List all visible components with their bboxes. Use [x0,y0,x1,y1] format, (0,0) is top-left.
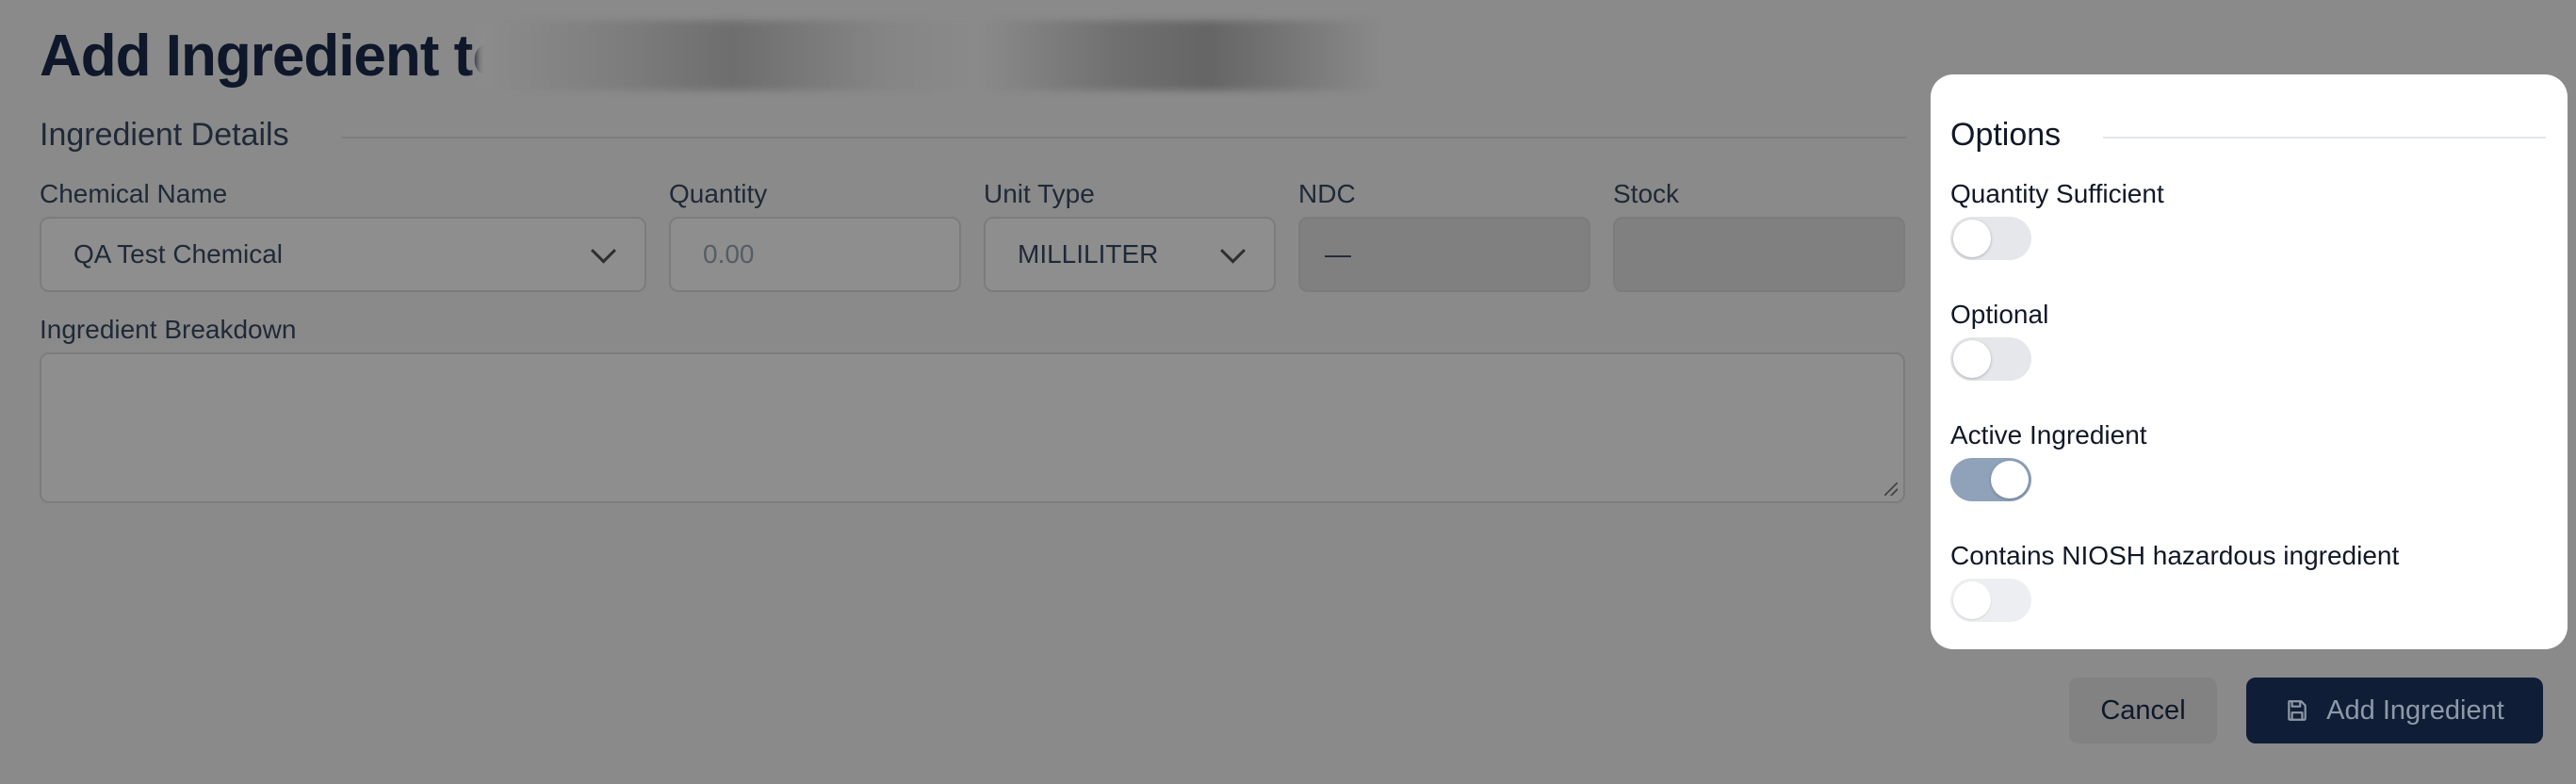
toggle-knob [1991,461,2029,498]
add-ingredient-button-label: Add Ingredient [2326,694,2504,726]
niosh-hazardous-label: Contains NIOSH hazardous ingredient [1950,541,2400,570]
unit-type-select[interactable]: MILLILITER [984,217,1276,292]
unit-type-value: MILLILITER [1018,239,1159,269]
ingredient-details-heading: Ingredient Details [40,117,289,153]
chevron-down-icon [591,237,616,264]
toggle-knob [1953,340,1991,378]
options-heading: Options [1950,117,2062,153]
ndc-field: — [1298,217,1590,292]
chemical-name-select[interactable]: QA Test Chemical [40,217,646,292]
toggle-knob [1953,581,1991,619]
quantity-label: Quantity [669,179,768,208]
optional-label: Optional [1950,300,2049,329]
quantity-sufficient-toggle[interactable] [1950,217,2031,260]
options-divider [2103,137,2546,139]
unit-type-label: Unit Type [984,179,1095,208]
add-ingredient-button[interactable]: Add Ingredient [2246,678,2543,743]
active-ingredient-toggle[interactable] [1950,458,2031,501]
section-divider [342,137,1906,139]
stock-label: Stock [1613,179,1680,208]
quantity-sufficient-label: Quantity Sufficient [1950,179,2164,208]
chemical-name-value: QA Test Chemical [73,239,284,269]
ingredient-breakdown-label: Ingredient Breakdown [40,315,297,344]
page-title: Add Ingredient to [40,24,508,89]
chevron-down-icon [1220,237,1246,264]
redacted-recipe-name [476,21,1390,90]
ingredient-breakdown-textarea[interactable] [40,352,1905,503]
save-icon [2285,698,2309,723]
quantity-placeholder: 0.00 [703,239,755,269]
quantity-input[interactable]: 0.00 [669,217,961,292]
toggle-knob [1953,220,1991,257]
cancel-button-label: Cancel [2100,694,2186,726]
resize-handle-icon[interactable] [1884,482,1898,496]
ndc-value: — [1325,239,1351,269]
optional-toggle[interactable] [1950,337,2031,381]
options-panel: Options Quantity Sufficient Optional Act… [1931,74,2568,649]
cancel-button[interactable]: Cancel [2069,678,2217,743]
chemical-name-label: Chemical Name [40,179,228,208]
niosh-hazardous-toggle[interactable] [1950,579,2031,622]
active-ingredient-label: Active Ingredient [1950,420,2147,449]
stock-field [1613,217,1905,292]
ndc-label: NDC [1298,179,1356,208]
